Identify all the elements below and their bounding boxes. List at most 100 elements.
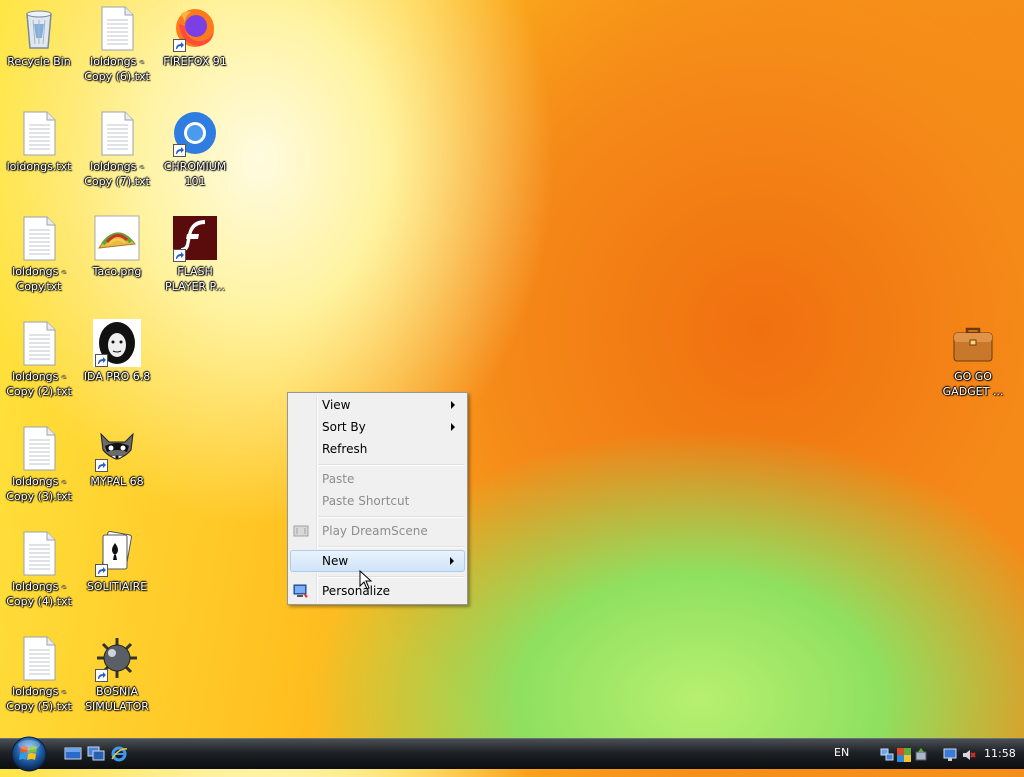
menu-item-label: Paste <box>322 472 355 486</box>
internet-explorer-button[interactable] <box>110 746 128 762</box>
desktop-icon-label: MYPAL 68 <box>90 475 144 488</box>
shortcut-arrow-icon <box>95 354 108 367</box>
desktop-icon-loldongs-copy-6-txt[interactable]: loldongs - Copy (6).txt <box>79 4 155 84</box>
mouse-cursor-icon <box>359 570 373 590</box>
shortcut-arrow-icon <box>173 144 186 157</box>
system-clock[interactable]: 11:58 <box>984 747 1016 760</box>
taskbar: EN 11:58 <box>0 736 1024 772</box>
security-center-icon <box>897 748 911 762</box>
desktop-icon-loldongs-copy-5-txt[interactable]: loldongs - Copy (5).txt <box>1 634 77 714</box>
menu-item-paste[interactable]: Paste <box>290 468 465 490</box>
text-file-icon <box>15 319 63 367</box>
desktop-icon-loldongs-txt[interactable]: loldongs.txt <box>1 109 77 174</box>
desktop-icon-solitaire[interactable]: SOLITIAIRE <box>79 529 155 594</box>
minesweeper-icon <box>93 634 141 682</box>
network-tray-button[interactable] <box>880 747 894 761</box>
shortcut-arrow-icon <box>95 669 108 682</box>
solitaire-icon <box>93 529 141 577</box>
start-button[interactable] <box>8 735 50 773</box>
display-tray-button[interactable] <box>943 747 957 761</box>
desktop-icon-loldongs-copy-2-txt[interactable]: loldongs - Copy (2).txt <box>1 319 77 399</box>
text-file-icon <box>93 109 141 157</box>
menu-item-refresh[interactable]: Refresh <box>290 438 465 460</box>
firefox-icon <box>171 4 219 52</box>
text-file-icon <box>15 109 63 157</box>
show-desktop-icon <box>64 747 82 760</box>
desktop-icon-label: loldongs - Copy (4).txt <box>6 580 72 608</box>
menu-item-play-dreamscene[interactable]: Play DreamScene <box>290 520 465 542</box>
desktop-icon-mypal[interactable]: MYPAL 68 <box>79 424 155 489</box>
safely-remove-icon <box>915 748 927 761</box>
text-file-icon <box>93 4 141 52</box>
desktop-icon-label: loldongs - Copy (7).txt <box>84 160 150 188</box>
desktop-icon-go-go-gadget[interactable]: GO GO GADGET ... <box>935 319 1011 399</box>
menu-separator <box>318 546 464 548</box>
desktop-icon-firefox[interactable]: FIREFOX 91 <box>157 4 233 69</box>
desktop-icon-ida-pro[interactable]: IDA PRO 6.8 <box>79 319 155 384</box>
ida-pro-icon <box>93 319 141 367</box>
menu-item-sort-by[interactable]: Sort By <box>290 416 465 438</box>
desktop-icon-label: Recycle Bin <box>7 55 71 68</box>
menu-item-personalize[interactable]: Personalize <box>290 580 465 602</box>
menu-item-new[interactable]: New <box>290 550 465 572</box>
desktop-icon-chromium[interactable]: CHROMIUM 101 <box>157 109 233 189</box>
menu-item-label: Refresh <box>322 442 368 456</box>
desktop-icon-loldongs-copy-txt[interactable]: loldongs - Copy.txt <box>1 214 77 294</box>
desktop-icon-label: IDA PRO 6.8 <box>83 370 151 383</box>
desktop-icon-label: Taco.png <box>92 265 142 278</box>
text-file-icon <box>15 634 63 682</box>
submenu-arrow-icon <box>451 401 455 409</box>
desktop-icon-label: loldongs - Copy (5).txt <box>6 685 72 713</box>
menu-item-paste-shortcut[interactable]: Paste Shortcut <box>290 490 465 512</box>
desktop-icon-label: SOLITIAIRE <box>86 580 148 593</box>
desktop-icon-label: FIREFOX 91 <box>163 55 227 68</box>
desktop-icon-taco-png[interactable]: Taco.png <box>79 214 155 279</box>
desktop-icon-label: loldongs.txt <box>6 160 72 173</box>
shortcut-arrow-icon <box>173 249 186 262</box>
switch-windows-icon <box>87 746 105 761</box>
recycle-bin-icon <box>15 4 63 52</box>
desktop-icon-label: loldongs - Copy (2).txt <box>6 370 72 398</box>
taco-image-icon <box>93 214 141 262</box>
menu-separator <box>318 576 464 578</box>
windows-orb-icon <box>11 736 47 772</box>
menu-separator <box>318 516 464 518</box>
text-file-icon <box>15 529 63 577</box>
shortcut-arrow-icon <box>95 459 108 472</box>
menu-item-label: View <box>322 398 351 412</box>
switch-windows-button[interactable] <box>87 746 105 762</box>
briefcase-icon <box>949 319 997 367</box>
desktop-icon-label: CHROMIUM 101 <box>163 160 227 188</box>
desktop-icon-loldongs-copy-4-txt[interactable]: loldongs - Copy (4).txt <box>1 529 77 609</box>
desktop-icon-label: loldongs - Copy (3).txt <box>6 475 72 503</box>
desktop-icon-loldongs-copy-7-txt[interactable]: loldongs - Copy (7).txt <box>79 109 155 189</box>
chromium-icon <box>171 109 219 157</box>
internet-explorer-icon <box>111 746 128 762</box>
desktop-icon-label: loldongs - Copy.txt <box>12 265 66 293</box>
dreamscene-icon <box>293 523 309 539</box>
submenu-arrow-icon <box>451 423 455 431</box>
network-icon <box>880 748 894 761</box>
desktop[interactable]: Recycle Bin loldongs.txt loldongs - Copy… <box>0 0 1024 738</box>
mypal-raccoon-icon <box>93 424 141 472</box>
language-indicator[interactable]: EN <box>834 746 849 759</box>
volume-tray-button[interactable] <box>962 747 976 761</box>
submenu-arrow-icon <box>450 557 454 565</box>
desktop-icon-loldongs-copy-3-txt[interactable]: loldongs - Copy (3).txt <box>1 424 77 504</box>
desktop-icon-recycle-bin[interactable]: Recycle Bin <box>1 4 77 69</box>
desktop-icon-label: loldongs - Copy (6).txt <box>84 55 150 83</box>
desktop-icon-label: BOSNIA SIMULATOR <box>85 685 149 713</box>
text-file-icon <box>15 424 63 472</box>
shortcut-arrow-icon <box>173 39 186 52</box>
desktop-icon-bosnia-simulator[interactable]: BOSNIA SIMULATOR <box>79 634 155 714</box>
show-desktop-button[interactable] <box>64 746 82 762</box>
safely-remove-tray-button[interactable] <box>914 747 928 761</box>
desktop-icon-flash-player[interactable]: FLASH PLAYER P... <box>157 214 233 294</box>
menu-item-label: Paste Shortcut <box>322 494 410 508</box>
desktop-icon-label: GO GO GADGET ... <box>942 370 1004 398</box>
security-center-tray-button[interactable] <box>897 747 911 762</box>
menu-item-view[interactable]: View <box>290 394 465 416</box>
flash-player-icon <box>171 214 219 262</box>
menu-item-label: Play DreamScene <box>322 524 428 538</box>
display-icon <box>943 748 957 761</box>
